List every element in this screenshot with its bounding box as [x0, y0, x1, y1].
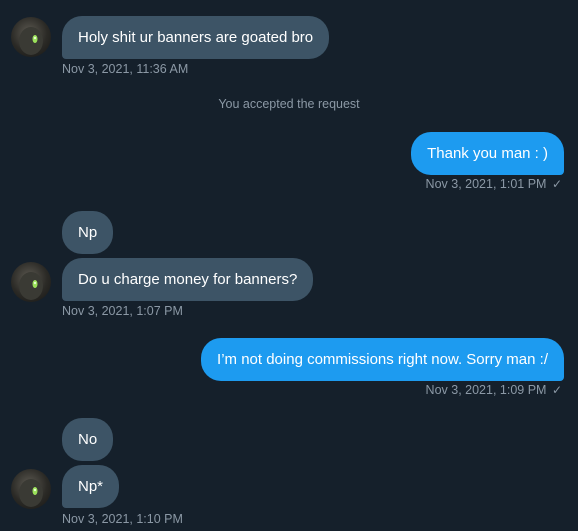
avatar-image — [19, 27, 43, 55]
message-timestamp: Nov 3, 2021, 11:36 AM — [62, 62, 189, 76]
message-timestamp: Nov 3, 2021, 1:07 PM — [62, 304, 183, 318]
avatar[interactable] — [11, 17, 51, 57]
avatar-image — [19, 272, 43, 300]
system-notice: You accepted the request — [218, 97, 360, 111]
message-bubble[interactable]: Do u charge money for banners? — [62, 258, 314, 301]
avatar[interactable] — [11, 469, 51, 509]
message-bubble[interactable]: Np* — [62, 465, 120, 508]
check-icon: ✓ — [551, 383, 562, 397]
message-timestamp: Nov 3, 2021, 1:01 PM ✓ — [426, 177, 562, 191]
message-bubble-outgoing[interactable]: I’m not doing commissions right now. Sor… — [201, 338, 564, 381]
timestamp-text: Nov 3, 2021, 1:01 PM — [425, 177, 547, 191]
message-timestamp: Nov 3, 2021, 1:09 PM ✓ — [426, 383, 562, 397]
avatar[interactable] — [11, 262, 51, 302]
timestamp-text: Nov 3, 2021, 1:09 PM — [425, 383, 547, 397]
message-bubble[interactable]: Holy shit ur banners are goated bro — [62, 16, 330, 59]
check-icon: ✓ — [551, 177, 562, 191]
avatar-image — [19, 479, 43, 507]
message-bubble-outgoing[interactable]: Thank you man : ) — [411, 132, 564, 175]
message-bubble[interactable]: Np — [62, 211, 114, 254]
message-timestamp: Nov 3, 2021, 1:10 PM — [62, 512, 183, 526]
message-bubble[interactable]: No — [62, 418, 114, 461]
